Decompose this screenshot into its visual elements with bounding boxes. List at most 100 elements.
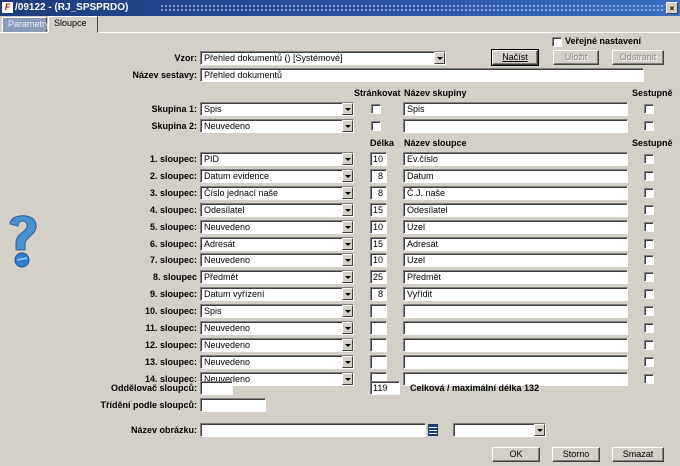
close-icon[interactable]: ×	[666, 2, 678, 14]
ulozit-button[interactable]: Uložit	[553, 50, 599, 65]
oddelovac-label: Oddělovač sloupců:	[110, 383, 197, 393]
column-select[interactable]: Datum evidence	[200, 169, 354, 183]
chevron-down-icon[interactable]	[342, 221, 353, 233]
column-name-input[interactable]: Č.J. naše	[403, 186, 628, 200]
column-select[interactable]: Neuvedeno	[200, 253, 354, 267]
verejne-nastaveni-checkbox[interactable]	[552, 37, 562, 47]
column-name-input[interactable]: Odesílatel	[403, 203, 628, 217]
chevron-down-icon[interactable]	[342, 373, 353, 385]
column-length-input[interactable]: 10	[370, 152, 387, 166]
nacist-button[interactable]: Načíst	[491, 49, 539, 66]
skupina-1-strankovat-checkbox[interactable]	[371, 104, 381, 114]
chevron-down-icon[interactable]	[342, 187, 353, 199]
column-name-input[interactable]: Předmět	[403, 270, 628, 284]
odstranit-button[interactable]: Odstranit	[612, 50, 664, 65]
column-name-input[interactable]	[403, 304, 628, 318]
column-select[interactable]: Předmět	[200, 270, 354, 284]
chevron-down-icon[interactable]	[342, 204, 353, 216]
column-label: 5. sloupec:	[149, 222, 197, 232]
chevron-down-icon[interactable]	[342, 271, 353, 283]
tab-sloupce[interactable]: Sloupce	[48, 16, 98, 33]
column-sestupne-checkbox[interactable]	[644, 306, 654, 316]
nazev-sestavy-input[interactable]: Přehled dokumentů	[200, 68, 644, 82]
column-select[interactable]: Číslo jednací naše	[200, 186, 354, 200]
skupina-2-nazev-input[interactable]	[403, 119, 628, 133]
column-select[interactable]: Neuvedeno	[200, 338, 354, 352]
column-sestupne-checkbox[interactable]	[644, 323, 654, 333]
list-picker-icon[interactable]	[428, 424, 438, 436]
chevron-down-icon[interactable]	[342, 288, 353, 300]
ok-button[interactable]: OK	[492, 447, 540, 462]
skupina-2-select[interactable]: Neuvedeno	[200, 119, 354, 133]
trideni-input[interactable]	[200, 398, 266, 412]
column-sestupne-checkbox[interactable]	[644, 272, 654, 282]
column-length-input[interactable]: 15	[370, 237, 387, 251]
nazev-obrazku-input[interactable]	[200, 423, 426, 437]
chevron-down-icon[interactable]	[342, 254, 353, 266]
chevron-down-icon[interactable]	[434, 52, 445, 64]
column-name-input[interactable]	[403, 338, 628, 352]
column-name-input[interactable]: Uzel	[403, 253, 628, 267]
column-name-input[interactable]: Ev.číslo	[403, 152, 628, 166]
column-sestupne-checkbox[interactable]	[644, 188, 654, 198]
column-sestupne-checkbox[interactable]	[644, 357, 654, 367]
chevron-down-icon[interactable]	[534, 424, 545, 436]
column-select[interactable]: Odesílatel	[200, 203, 354, 217]
column-name-input[interactable]: Adresát	[403, 237, 628, 251]
smazat-button[interactable]: Smazat	[612, 447, 664, 462]
column-select-value: Předmět	[204, 272, 239, 282]
chevron-down-icon[interactable]	[342, 305, 353, 317]
column-length-input[interactable]: 25	[370, 270, 387, 284]
chevron-down-icon[interactable]	[342, 339, 353, 351]
column-name-input[interactable]	[403, 355, 628, 369]
column-length-input[interactable]: 8	[370, 287, 387, 301]
chevron-down-icon[interactable]	[342, 356, 353, 368]
chevron-down-icon[interactable]	[342, 322, 353, 334]
column-sestupne-checkbox[interactable]	[644, 289, 654, 299]
column-length-input[interactable]: 15	[370, 203, 387, 217]
column-select[interactable]: Neuvedeno	[200, 220, 354, 234]
column-sestupne-checkbox[interactable]	[644, 154, 654, 164]
storno-button[interactable]: Storno	[552, 447, 600, 462]
skupina-2-strankovat-checkbox[interactable]	[371, 121, 381, 131]
skupina-1-nazev-input[interactable]: Spis	[403, 102, 628, 116]
chevron-down-icon[interactable]	[342, 170, 353, 182]
chevron-down-icon[interactable]	[342, 120, 353, 132]
column-name-input[interactable]: Uzel	[403, 220, 628, 234]
skupina-1-sestupne-checkbox[interactable]	[644, 104, 654, 114]
column-name-input[interactable]: Datum	[403, 169, 628, 183]
chevron-down-icon[interactable]	[342, 238, 353, 250]
column-sestupne-checkbox[interactable]	[644, 255, 654, 265]
column-length-input[interactable]: 8	[370, 169, 387, 183]
column-sestupne-checkbox[interactable]	[644, 222, 654, 232]
column-sestupne-checkbox[interactable]	[644, 340, 654, 350]
vzor-select[interactable]: Přehled dokumentů () [Systémové]	[200, 51, 446, 65]
tab-parametry[interactable]: Parametry	[2, 17, 50, 32]
column-name-input[interactable]	[403, 321, 628, 335]
chevron-down-icon[interactable]	[342, 153, 353, 165]
column-sestupne-checkbox[interactable]	[644, 374, 654, 384]
column-length-input[interactable]: 8	[370, 186, 387, 200]
column-length-input[interactable]	[370, 355, 387, 369]
oddelovac-input[interactable]	[200, 381, 233, 395]
column-sestupne-checkbox[interactable]	[644, 171, 654, 181]
column-length-input[interactable]	[370, 304, 387, 318]
skupina-1-select[interactable]: Spis	[200, 102, 354, 116]
column-select[interactable]: Datum vyřízení	[200, 287, 354, 301]
column-name-input[interactable]: Vyřídit	[403, 287, 628, 301]
column-select[interactable]: Neuvedeno	[200, 321, 354, 335]
column-sestupne-checkbox[interactable]	[644, 205, 654, 215]
column-select[interactable]: PID	[200, 152, 354, 166]
skupina-2-sestupne-checkbox[interactable]	[644, 121, 654, 131]
column-length-input[interactable]	[370, 338, 387, 352]
column-sestupne-checkbox[interactable]	[644, 239, 654, 249]
column-select[interactable]: Spis	[200, 304, 354, 318]
obrazek-type-select[interactable]	[453, 423, 546, 437]
skupina-2-value: Neuvedeno	[204, 121, 251, 131]
column-length-input[interactable]: 10	[370, 253, 387, 267]
column-select[interactable]: Adresát	[200, 237, 354, 251]
column-length-input[interactable]: 10	[370, 220, 387, 234]
column-length-input[interactable]	[370, 321, 387, 335]
chevron-down-icon[interactable]	[342, 103, 353, 115]
column-select[interactable]: Neuvedeno	[200, 355, 354, 369]
